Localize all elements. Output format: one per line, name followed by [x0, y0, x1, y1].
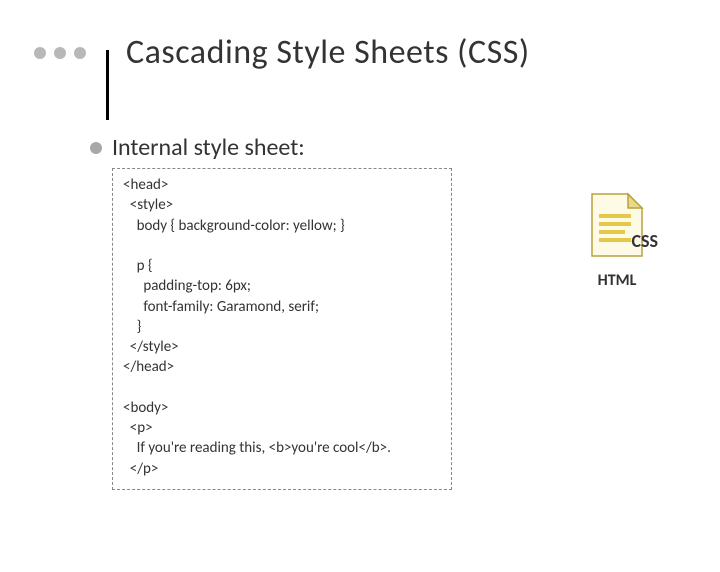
decorative-dots	[34, 47, 86, 59]
dot-icon	[74, 47, 86, 59]
dot-icon	[34, 47, 46, 59]
bullet-icon	[90, 142, 102, 154]
dot-icon	[54, 47, 66, 59]
html-label: HTML	[588, 271, 646, 290]
css-label: CSS	[631, 230, 658, 252]
code-snippet: <head> <style> body { background-color: …	[112, 168, 452, 490]
vertical-rule	[106, 50, 109, 120]
content-area: Internal style sheet: <head> <style> bod…	[90, 133, 720, 490]
page-title: Cascading Style Sheets (CSS)	[126, 32, 530, 73]
bullet-text: Internal style sheet:	[112, 133, 305, 162]
bullet-item: Internal style sheet:	[90, 133, 720, 162]
